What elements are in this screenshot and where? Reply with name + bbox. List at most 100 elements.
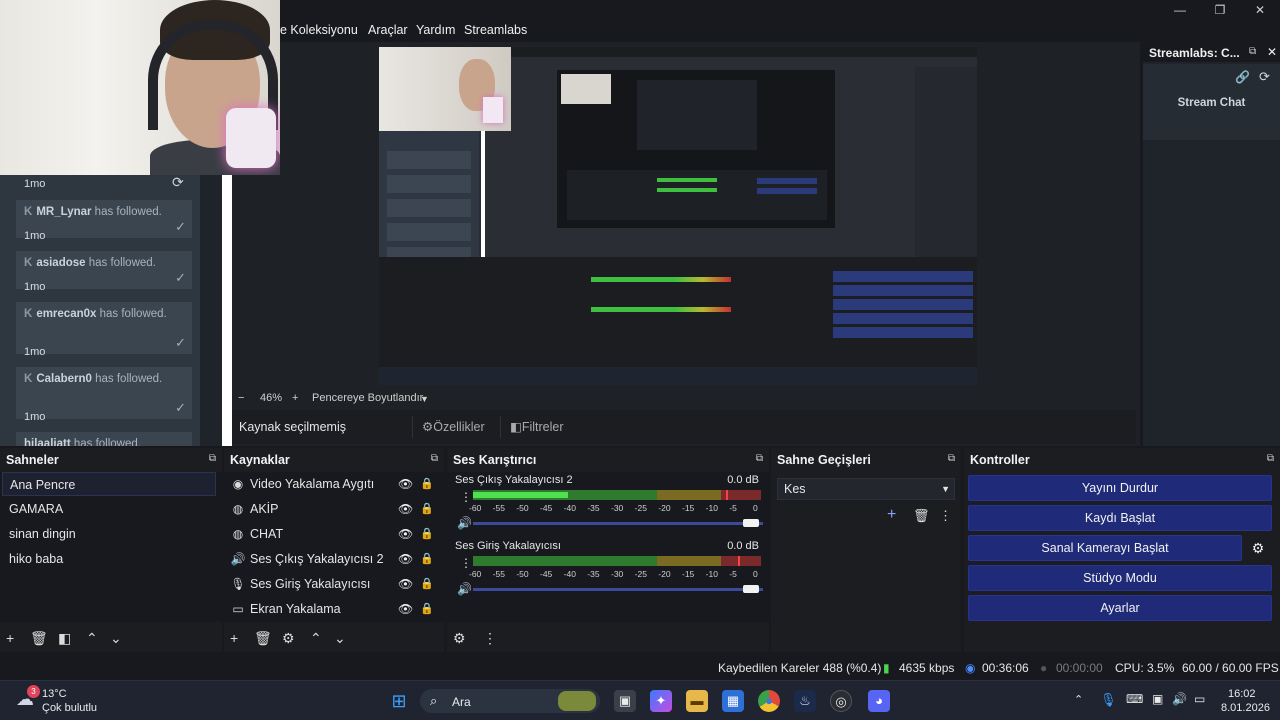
- eye-icon[interactable]: 👁: [398, 572, 413, 596]
- chevron-up-icon[interactable]: ⌃: [86, 630, 98, 647]
- refresh-icon[interactable]: ⟳: [1259, 69, 1270, 85]
- lock-icon[interactable]: 🔒: [420, 522, 434, 546]
- minimize-icon[interactable]: —: [1160, 2, 1200, 18]
- weather-desc[interactable]: Çok bulutlu: [42, 702, 97, 714]
- popout-icon[interactable]: ⧉: [1249, 46, 1256, 57]
- start-virtual-camera-button[interactable]: Sanal Kamerayı Başlat: [968, 535, 1242, 561]
- fit-to-window-label[interactable]: Pencereye Boyutlandır: [312, 392, 423, 404]
- close-icon[interactable]: ✕: [1240, 2, 1280, 18]
- lock-icon[interactable]: 🔒: [420, 497, 434, 521]
- network-icon[interactable]: ▣: [1152, 692, 1163, 706]
- popout-icon[interactable]: ⧉: [1267, 453, 1274, 464]
- chevron-down-icon[interactable]: ⌄: [334, 630, 346, 647]
- eye-icon[interactable]: 👁: [398, 497, 413, 521]
- channel-menu-icon[interactable]: ⋮: [460, 556, 472, 570]
- check-icon[interactable]: ✓: [175, 401, 186, 415]
- taskbar-search[interactable]: ⌕ Ara: [420, 689, 600, 713]
- eye-icon[interactable]: 👁: [398, 597, 413, 621]
- program-preview[interactable]: [379, 47, 977, 385]
- source-item[interactable]: 🔊 Ses Çıkış Yakalayıcısı 2 👁 🔒: [228, 547, 442, 571]
- start-recording-button[interactable]: Kaydı Başlat: [968, 505, 1272, 531]
- volume-slider[interactable]: [473, 519, 763, 527]
- scene-item[interactable]: hiko baba: [2, 547, 216, 571]
- kebab-menu-icon[interactable]: ⋮: [939, 508, 952, 524]
- keyboard-icon[interactable]: ⌨: [1126, 692, 1143, 706]
- stream-chat-tab[interactable]: Stream Chat: [1143, 97, 1280, 109]
- chevron-down-icon[interactable]: ⌄: [110, 630, 122, 647]
- popout-icon[interactable]: ⧉: [431, 453, 438, 464]
- check-icon[interactable]: ✓: [175, 271, 186, 285]
- clock-date[interactable]: 8.01.2026: [1221, 702, 1270, 714]
- menu-tools[interactable]: Araçlar: [368, 23, 408, 37]
- studio-mode-button[interactable]: Stüdyo Modu: [968, 565, 1272, 591]
- maximize-icon[interactable]: ❐: [1200, 2, 1240, 18]
- check-icon[interactable]: ✓: [175, 220, 186, 234]
- scene-item[interactable]: GAMARA: [2, 497, 216, 521]
- slider-knob[interactable]: [743, 585, 759, 593]
- clock-time[interactable]: 16:02: [1228, 688, 1256, 700]
- popout-icon[interactable]: ⧉: [209, 453, 216, 464]
- store-icon[interactable]: ▦: [722, 690, 744, 712]
- steam-icon[interactable]: ♨: [794, 690, 816, 712]
- virtual-camera-settings-icon[interactable]: ⚙: [1244, 535, 1272, 561]
- copilot-icon[interactable]: ✦: [650, 690, 672, 712]
- refresh-icon[interactable]: ⟳: [172, 174, 184, 191]
- volume-slider[interactable]: [473, 585, 763, 593]
- trash-icon[interactable]: 🗑: [30, 630, 48, 647]
- task-view-icon[interactable]: ▣: [614, 690, 636, 712]
- source-item[interactable]: ◍ CHAT 👁 🔒: [228, 522, 442, 546]
- stop-stream-button[interactable]: Yayını Durdur: [968, 475, 1272, 501]
- kebab-menu-icon[interactable]: ⋮: [483, 630, 497, 647]
- filters-button[interactable]: ◧Filtreler: [506, 416, 567, 438]
- lock-icon[interactable]: 🔒: [420, 547, 434, 571]
- gear-icon[interactable]: ⚙: [282, 630, 295, 647]
- source-item[interactable]: 🎙 Ses Giriş Yakalayıcısı 👁 🔒: [228, 572, 442, 596]
- obs-icon[interactable]: ◎: [830, 690, 852, 712]
- channel-menu-icon[interactable]: ⋮: [460, 490, 472, 504]
- menu-help[interactable]: Yardım: [416, 23, 455, 37]
- close-icon[interactable]: ✕: [1267, 45, 1277, 59]
- scene-item[interactable]: sinan dingin: [2, 522, 216, 546]
- chevron-up-icon[interactable]: ⌃: [1074, 693, 1083, 706]
- battery-icon[interactable]: ▭: [1194, 692, 1205, 706]
- weather-temp[interactable]: 13°C: [42, 688, 67, 700]
- microphone-icon[interactable]: 🎙: [1100, 692, 1117, 708]
- windows-start-icon[interactable]: ⊞: [388, 690, 410, 712]
- popout-icon[interactable]: ⧉: [756, 453, 763, 464]
- scene-item[interactable]: Ana Pencre: [2, 472, 216, 496]
- menu-streamlabs[interactable]: Streamlabs: [464, 23, 527, 37]
- trash-icon[interactable]: 🗑: [913, 508, 930, 524]
- transition-select[interactable]: Kes ▼: [777, 478, 955, 500]
- filter-icon[interactable]: ◧: [58, 630, 71, 647]
- chevron-down-icon[interactable]: ▼: [420, 394, 429, 404]
- properties-button[interactable]: ⚙Özellikler: [418, 416, 489, 438]
- file-explorer-icon[interactable]: ▬: [686, 690, 708, 712]
- add-icon[interactable]: +: [6, 630, 14, 646]
- popout-icon[interactable]: ⧉: [948, 453, 955, 464]
- zoom-out-icon[interactable]: −: [238, 392, 244, 404]
- link-icon[interactable]: 🔗: [1235, 70, 1250, 84]
- discord-icon[interactable]: ◕: [868, 690, 890, 712]
- check-icon[interactable]: ✓: [175, 336, 186, 350]
- zoom-in-icon[interactable]: +: [292, 392, 298, 404]
- trash-icon[interactable]: 🗑: [254, 630, 272, 647]
- source-item[interactable]: ▭ Ekran Yakalama 👁 🔒: [228, 597, 442, 621]
- add-icon[interactable]: +: [887, 506, 896, 524]
- speaker-icon[interactable]: 🔊: [457, 516, 472, 530]
- settings-button[interactable]: Ayarlar: [968, 595, 1272, 621]
- chrome-icon[interactable]: ●: [758, 690, 780, 712]
- chevron-up-icon[interactable]: ⌃: [310, 630, 322, 647]
- eye-icon[interactable]: 👁: [398, 472, 413, 496]
- source-item[interactable]: ◍ AKİP 👁 🔒: [228, 497, 442, 521]
- volume-icon[interactable]: 🔊: [1172, 692, 1187, 706]
- slider-knob[interactable]: [743, 519, 759, 527]
- lock-icon[interactable]: 🔒: [420, 472, 434, 496]
- lock-icon[interactable]: 🔒: [420, 572, 434, 596]
- eye-icon[interactable]: 👁: [398, 547, 413, 571]
- source-item[interactable]: ◉ Video Yakalama Aygıtı 👁 🔒: [228, 472, 442, 496]
- add-icon[interactable]: +: [230, 630, 238, 646]
- lock-icon[interactable]: 🔒: [420, 597, 434, 621]
- menu-scene-collection[interactable]: ne Koleksiyonu: [273, 23, 358, 37]
- eye-icon[interactable]: 👁: [398, 522, 413, 546]
- gear-icon[interactable]: ⚙: [453, 630, 466, 647]
